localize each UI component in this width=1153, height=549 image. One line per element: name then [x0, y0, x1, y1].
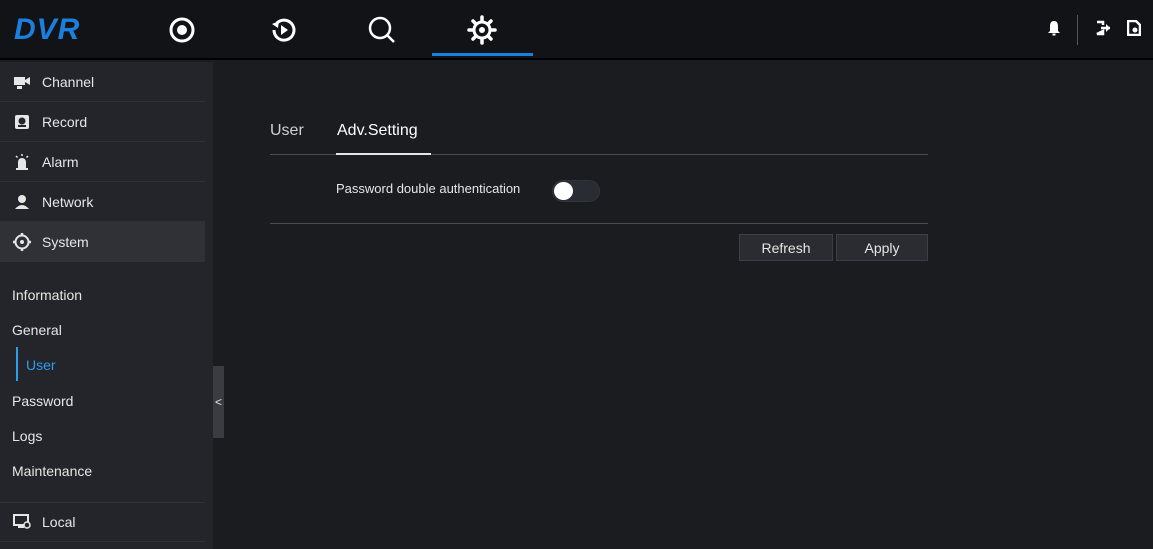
- sidebar-item-label: Channel: [42, 73, 95, 90]
- selected-indicator: [16, 347, 18, 381]
- sidebar-item-system[interactable]: System: [0, 222, 205, 262]
- password-double-auth-label: Password double authentication: [336, 181, 521, 196]
- tab-adv-setting[interactable]: Adv.Setting: [337, 122, 418, 140]
- sidebar-item-label: Record: [42, 113, 88, 130]
- tab-user[interactable]: User: [270, 122, 304, 140]
- sidebar-item-label: Alarm: [42, 153, 79, 170]
- sidebar-collapse-handle[interactable]: <: [213, 366, 224, 438]
- record-icon: [12, 112, 32, 132]
- content-divider: [270, 223, 928, 224]
- active-nav-indicator: [432, 53, 533, 56]
- sidebar-subitem-logs[interactable]: Logs: [12, 428, 42, 444]
- bell-icon[interactable]: [1047, 20, 1061, 41]
- header-divider: [1077, 15, 1078, 45]
- sidebar-item-label: Local: [42, 514, 76, 530]
- logout-icon[interactable]: [1095, 20, 1111, 41]
- sidebar-subitem-password[interactable]: Password: [12, 393, 73, 409]
- sidebar-item-network[interactable]: Network: [0, 182, 205, 222]
- monitor-icon: [12, 512, 32, 532]
- apply-button[interactable]: Apply: [836, 234, 928, 261]
- gear-icon: [12, 232, 32, 252]
- sidebar-item-record[interactable]: Record: [0, 102, 205, 142]
- sidebar-subitem-information[interactable]: Information: [12, 287, 82, 303]
- refresh-button[interactable]: Refresh: [739, 234, 833, 261]
- active-tab-indicator: [336, 153, 431, 155]
- search-icon[interactable]: [364, 12, 400, 48]
- sidebar-item-alarm[interactable]: Alarm: [0, 142, 205, 182]
- sidebar-subitem-user[interactable]: User: [26, 357, 56, 373]
- gear-icon[interactable]: [464, 12, 500, 48]
- live-view-icon[interactable]: [164, 12, 200, 48]
- sidebar-item-label: Network: [42, 193, 94, 210]
- sidebar-item-label: System: [42, 233, 89, 250]
- sidebar-subitem-general[interactable]: General: [12, 322, 62, 338]
- camera-icon: [12, 72, 32, 92]
- sidebar-item-channel[interactable]: Channel: [0, 62, 205, 102]
- toggle-knob: [554, 182, 573, 200]
- sidebar-item-local[interactable]: Local: [0, 502, 205, 542]
- device-icon[interactable]: [1126, 19, 1142, 41]
- dvr-logo: DVR: [14, 13, 81, 46]
- network-icon: [12, 192, 32, 212]
- playback-icon[interactable]: [265, 12, 301, 48]
- top-bar: DVR: [0, 0, 1153, 60]
- password-double-auth-toggle[interactable]: [552, 180, 600, 202]
- sidebar-subitem-maintenance[interactable]: Maintenance: [12, 463, 92, 479]
- alarm-icon: [12, 152, 32, 172]
